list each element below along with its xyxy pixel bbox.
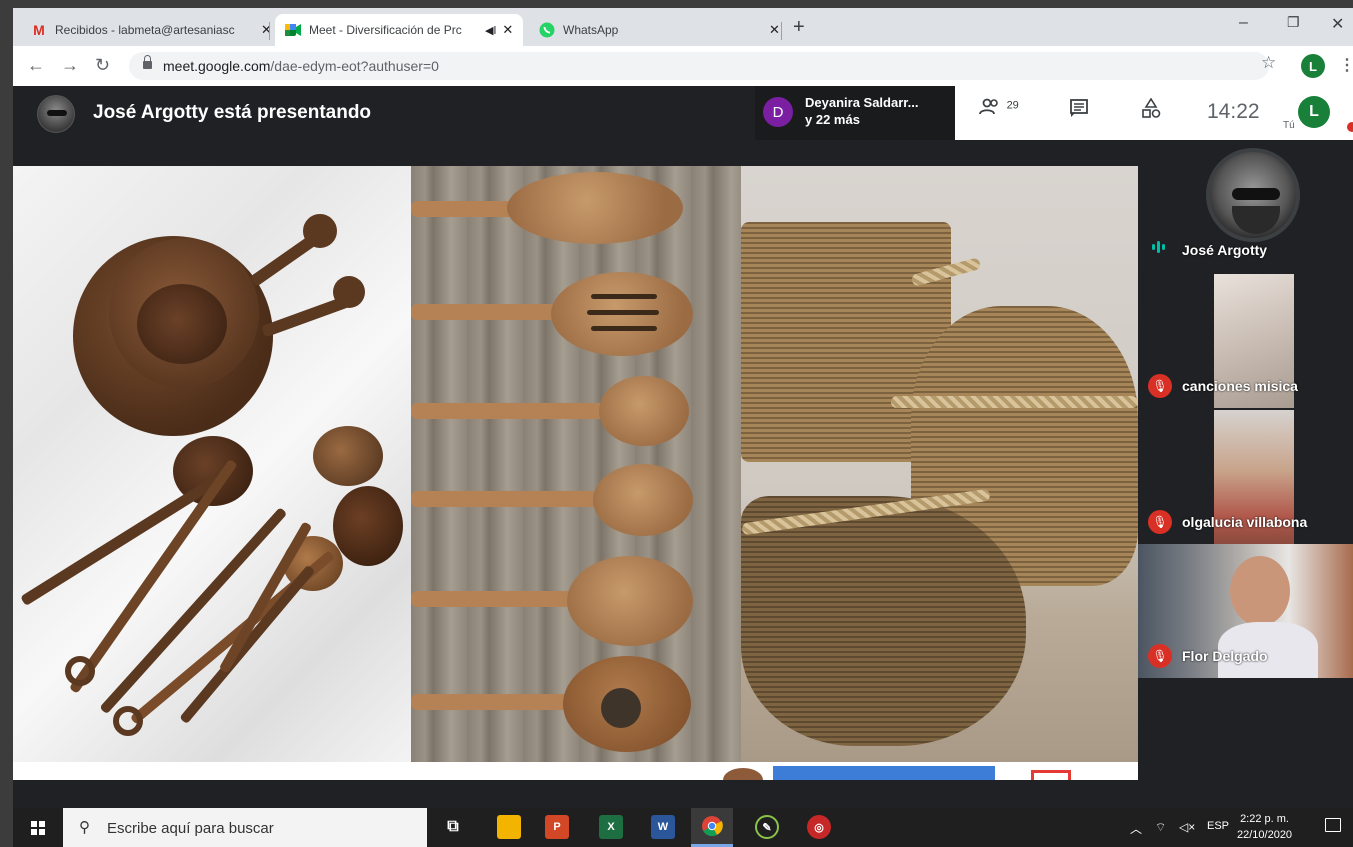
wooden-spoons-image: [411, 166, 741, 762]
join-notification[interactable]: D Deyanira Saldarr... y 22 más: [755, 86, 955, 140]
tab-title: Recibidos - labmeta@artesaniasc: [55, 23, 235, 37]
menu-icon[interactable]: ⋮: [1339, 55, 1353, 75]
tab-whatsapp[interactable]: WhatsApp ✕: [529, 14, 790, 46]
lock-icon: [143, 55, 152, 70]
meet-call-area: José Argotty está presentando D Deyanira…: [13, 86, 1353, 808]
forward-icon[interactable]: →: [61, 55, 79, 76]
meet-icon: [285, 22, 301, 38]
reload-icon[interactable]: ↻: [95, 55, 110, 76]
shared-screen-presentation: [13, 166, 1138, 780]
participants-panel: José Argotty 🎙 canciones misica 🎙 olgalu…: [1138, 140, 1353, 808]
chat-icon: [1069, 99, 1089, 123]
mic-off-icon: 🎙: [1148, 510, 1172, 534]
mic-off-icon: 🎙: [1148, 374, 1172, 398]
meet-header: José Argotty está presentando D Deyanira…: [13, 86, 1353, 140]
people-icon: [979, 98, 1007, 121]
action-center-icon[interactable]: [1325, 818, 1341, 832]
tab-separator: [781, 22, 782, 40]
participant-name: Flor Delgado: [1182, 648, 1268, 664]
tab-title: WhatsApp: [563, 23, 619, 37]
participant-tile[interactable]: José Argotty: [1138, 140, 1353, 272]
chat-button[interactable]: [1069, 98, 1089, 124]
bookmark-star-icon[interactable]: ☆: [1261, 53, 1276, 73]
language-indicator[interactable]: ESP: [1207, 820, 1229, 832]
new-tab-button[interactable]: +: [793, 16, 805, 39]
volume-muted-icon[interactable]: ◁×: [1179, 820, 1195, 834]
activities-button[interactable]: [1141, 97, 1161, 126]
chrome-icon[interactable]: [691, 808, 733, 847]
close-tab-icon[interactable]: ✕: [502, 22, 513, 38]
shapes-icon: [1141, 97, 1161, 125]
close-tab-icon[interactable]: ✕: [769, 22, 780, 38]
whatsapp-icon: [539, 22, 555, 38]
tab-meet[interactable]: Meet - Diversificación de Prc ◀ǀ ✕: [275, 14, 524, 46]
search-icon: ⚲: [79, 819, 90, 836]
self-label: Tú: [1283, 120, 1295, 131]
woven-baskets-image: [741, 166, 1138, 762]
participant-name: José Argotty: [1182, 242, 1268, 258]
task-view-icon[interactable]: ⧉: [441, 815, 465, 839]
system-clock[interactable]: 2:22 p. m. 22/10/2020: [1237, 811, 1292, 843]
search-placeholder: Escribe aquí para buscar: [107, 820, 274, 837]
participant-tile[interactable]: 🎙 canciones misica: [1138, 274, 1353, 408]
joiner-avatar: D: [763, 97, 793, 127]
tab-separator: [269, 22, 270, 40]
browser-tab-strip: M Recibidos - labmeta@artesaniasc ✕ Meet…: [13, 8, 1353, 46]
taskbar-search[interactable]: ⚲ Escribe aquí para buscar: [63, 808, 427, 847]
presenting-status: José Argotty está presentando: [93, 102, 372, 123]
windows-start-icon[interactable]: [31, 821, 45, 835]
slide-footer: [13, 762, 1138, 780]
close-tab-icon[interactable]: ✕: [261, 22, 272, 38]
show-hidden-icons[interactable]: ︿: [1130, 820, 1142, 837]
speaker-icon[interactable]: ◀ǀ: [485, 24, 496, 37]
people-count: 29: [1006, 99, 1019, 112]
gmail-icon: M: [33, 22, 45, 38]
browser-toolbar: ← → ↻ meet.google.com/dae-edym-eot?authu…: [13, 46, 1353, 86]
wooden-utensils-image: [13, 166, 411, 762]
close-window-icon[interactable]: ✕: [1331, 14, 1344, 34]
participant-name: canciones misica: [1182, 378, 1298, 394]
minimize-icon[interactable]: –: [1239, 14, 1248, 32]
app-icon[interactable]: ✎: [755, 815, 779, 839]
people-button[interactable]: 29: [979, 98, 1019, 122]
presenter-avatar: [37, 95, 75, 133]
screen: M Recibidos - labmeta@artesaniasc ✕ Meet…: [0, 0, 1353, 847]
url-text: meet.google.com/dae-edym-eot?authuser=0: [163, 58, 439, 74]
participant-tile[interactable]: 🎙 olgalucia villabona: [1138, 410, 1353, 544]
recorder-icon[interactable]: ◎: [807, 815, 831, 839]
word-icon[interactable]: W: [651, 815, 675, 839]
self-avatar[interactable]: L: [1298, 96, 1330, 128]
powerpoint-icon[interactable]: P: [545, 815, 569, 839]
meeting-clock: 14:22: [1207, 100, 1260, 123]
restore-icon[interactable]: ❐: [1287, 14, 1300, 31]
tab-title: Meet - Diversificación de Prc: [309, 23, 462, 37]
joiner-text: Deyanira Saldarr... y 22 más: [805, 95, 919, 127]
participant-tile[interactable]: 🎙 Flor Delgado: [1138, 544, 1353, 678]
excel-icon[interactable]: X: [599, 815, 623, 839]
tab-gmail[interactable]: M Recibidos - labmeta@artesaniasc ✕: [21, 14, 282, 46]
mic-off-icon: 🎙: [1148, 644, 1172, 668]
address-bar[interactable]: meet.google.com/dae-edym-eot?authuser=0: [129, 52, 1269, 80]
meet-controls: 29 14:22 Tú L: [955, 86, 1353, 140]
speaking-indicator-icon: [1152, 241, 1165, 253]
profile-avatar[interactable]: L: [1301, 54, 1325, 78]
notification-dot: [1347, 122, 1353, 132]
participant-avatar: [1206, 148, 1300, 242]
file-explorer-icon[interactable]: [497, 815, 521, 839]
windows-taskbar: ⚲ Escribe aquí para buscar ⧉ P X W ✎ ◎ ︿…: [13, 808, 1353, 847]
participant-name: olgalucia villabona: [1182, 514, 1308, 530]
back-icon[interactable]: ←: [27, 55, 45, 76]
wifi-icon[interactable]: ⌔: [1155, 820, 1166, 835]
